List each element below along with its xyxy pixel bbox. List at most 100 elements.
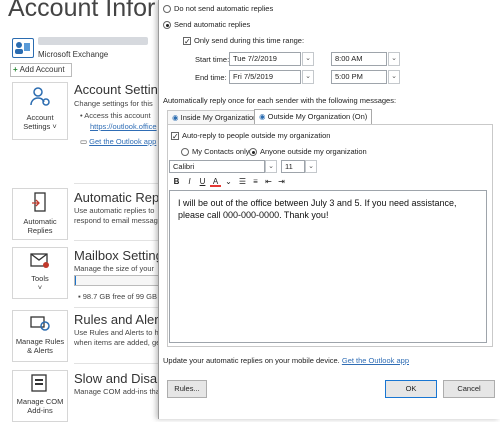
start-date-dropdown[interactable]: ⌄ <box>302 52 314 66</box>
globe-icon: ◉ <box>259 112 266 121</box>
add-account-label: Add Account <box>19 65 65 74</box>
bullets-button[interactable]: ☰ <box>237 176 248 187</box>
my-contacts-only-label: My Contacts only <box>192 147 250 156</box>
send-auto-replies-label: Send automatic replies <box>174 20 251 29</box>
page-title: Account Infor <box>8 0 156 22</box>
bold-button[interactable]: B <box>171 176 182 187</box>
anyone-outside-label: Anyone outside my organization <box>260 147 367 156</box>
account-selector[interactable]: Microsoft Exchange <box>10 36 155 62</box>
radio-on-icon <box>163 21 171 30</box>
slow-disabled-desc: Manage COM add-ins tha <box>74 387 160 396</box>
end-date-dropdown[interactable]: ⌄ <box>302 70 314 84</box>
font-size-dropdown[interactable]: ⌄ <box>305 160 317 173</box>
globe-icon: ◉ <box>172 113 179 122</box>
mailbox-usage-fill <box>75 276 76 285</box>
decrease-indent-icon: ⇤ <box>265 177 272 186</box>
radio-on-icon <box>249 148 257 157</box>
start-time-dropdown[interactable]: ⌄ <box>388 52 400 66</box>
bullet-list-icon: ☰ <box>238 177 247 186</box>
reply-message-editor[interactable]: I will be out of the office between July… <box>169 190 487 343</box>
end-time-field[interactable]: 5:00 PM <box>331 70 387 84</box>
rules-alerts-heading: Rules and Alerts <box>74 312 169 327</box>
radio-off-icon <box>181 148 189 157</box>
exchange-account-icon <box>12 38 34 58</box>
numbering-button[interactable]: ≡ <box>250 176 261 187</box>
ok-button[interactable]: OK <box>385 380 437 398</box>
mailbox-settings-heading: Mailbox Settings <box>74 248 170 263</box>
time-range-checkbox[interactable]: ✓ Only send during this time range: <box>183 36 304 46</box>
chevron-down-icon: ⌄ <box>225 177 232 186</box>
manage-rules-tile[interactable]: Manage Rules & Alerts <box>12 310 68 362</box>
font-color-dropdown[interactable]: ⌄ <box>223 176 234 187</box>
automatic-replies-desc1: Use automatic replies to <box>74 206 155 215</box>
end-time-dropdown[interactable]: ⌄ <box>388 70 400 84</box>
rules-alerts-desc1: Use Rules and Alerts to h <box>74 328 159 337</box>
increase-indent-button[interactable]: ⇥ <box>276 176 287 187</box>
chevron-down-icon: ⌄ <box>391 73 397 80</box>
get-outlook-app-link[interactable]: Get the Outlook app <box>342 356 409 365</box>
send-auto-replies-radio[interactable]: Send automatic replies <box>163 20 250 30</box>
my-contacts-only-radio[interactable]: My Contacts only <box>181 147 250 157</box>
auto-reply-outside-checkbox[interactable]: ✓ Auto-reply to people outside my organiz… <box>171 131 330 141</box>
chevron-down-icon: ⌄ <box>391 55 397 62</box>
anyone-outside-radio[interactable]: Anyone outside my organization <box>249 147 367 157</box>
time-range-label: Only send during this time range: <box>194 36 305 45</box>
chevron-down-icon: ⌄ <box>305 55 311 62</box>
checkmark-icon: ✓ <box>171 132 179 142</box>
tab-outside-organization[interactable]: ◉ Outside My Organization (On) <box>254 109 373 124</box>
mobile-update-text: Update your automatic replies on your mo… <box>163 356 409 366</box>
account-settings-tile[interactable]: Account Settings ˅ <box>12 82 68 140</box>
mailbox-settings-desc: Manage the size of your <box>74 264 155 273</box>
rules-button[interactable]: Rules... <box>167 380 207 398</box>
cancel-button[interactable]: Cancel <box>443 380 495 398</box>
end-date-field[interactable]: Fri 7/5/2019 <box>229 70 301 84</box>
font-color-button[interactable]: A <box>210 176 221 187</box>
envelope-tools-icon <box>13 250 67 272</box>
plus-icon: + <box>13 65 18 74</box>
outlook-app-bullet: ▭ Get the Outlook app <box>80 137 157 146</box>
tools-tile[interactable]: Tools ˅ <box>12 247 68 299</box>
font-size-select[interactable]: 11 <box>281 160 305 173</box>
start-date-field[interactable]: Tue 7/2/2019 <box>229 52 301 66</box>
auto-reply-outside-label: Auto-reply to people outside my organiza… <box>182 131 331 140</box>
account-access-bullet: • Access this account <box>80 111 151 120</box>
add-account-button[interactable]: + Add Account <box>10 63 72 77</box>
italic-button[interactable]: I <box>184 176 195 187</box>
font-name-select[interactable]: Calibri <box>169 160 265 173</box>
mobile-update-label: Update your automatic replies on your mo… <box>163 356 340 365</box>
account-settings-tile-label: Account Settings ˅ <box>23 113 57 131</box>
no-auto-replies-radio[interactable]: Do not send automatic replies <box>163 4 273 14</box>
radio-off-icon <box>163 5 171 14</box>
reply-once-label: Automatically reply once for each sender… <box>163 96 397 105</box>
tab-inside-label: Inside My Organization <box>180 113 258 122</box>
start-time-field[interactable]: 8:00 AM <box>331 52 387 66</box>
chevron-down-icon: ⌄ <box>305 73 311 80</box>
get-outlook-app-link[interactable]: Get the Outlook app <box>89 137 156 146</box>
tab-inside-organization[interactable]: ◉ Inside My Organization <box>167 110 263 124</box>
increase-indent-icon: ⇥ <box>278 177 285 186</box>
tools-tile-label: Tools <box>31 274 49 283</box>
numbered-list-icon: ≡ <box>253 177 258 186</box>
automatic-replies-tile[interactable]: Automatic Replies <box>12 188 68 240</box>
account-settings-heading: Account Settings <box>74 82 172 97</box>
manage-com-addins-tile[interactable]: Manage COM Add-ins <box>12 370 68 422</box>
chevron-down-icon: ˅ <box>37 283 43 292</box>
font-name-dropdown[interactable]: ⌄ <box>265 160 277 173</box>
account-type: Microsoft Exchange <box>38 50 109 59</box>
rules-gear-icon <box>13 313 67 335</box>
person-gear-icon <box>13 85 67 111</box>
manage-rules-tile-label: Manage Rules & Alerts <box>15 337 65 355</box>
account-email-redacted <box>38 37 148 45</box>
underline-button[interactable]: U <box>197 176 208 187</box>
owa-link[interactable]: https://outlook.office <box>90 122 157 132</box>
decrease-indent-button[interactable]: ⇤ <box>263 176 274 187</box>
divider <box>74 307 160 308</box>
no-auto-replies-label: Do not send automatic replies <box>174 4 274 13</box>
manage-com-addins-tile-label: Manage COM Add-ins <box>16 397 64 415</box>
chevron-down-icon: ⌄ <box>308 163 314 170</box>
rules-alerts-desc2: when items are added, ge <box>74 338 161 347</box>
automatic-replies-tile-label: Automatic Replies <box>23 217 57 235</box>
automatic-replies-desc2: respond to email messag <box>74 216 158 225</box>
start-time-label: Start time: <box>195 55 230 64</box>
divider <box>74 240 160 241</box>
